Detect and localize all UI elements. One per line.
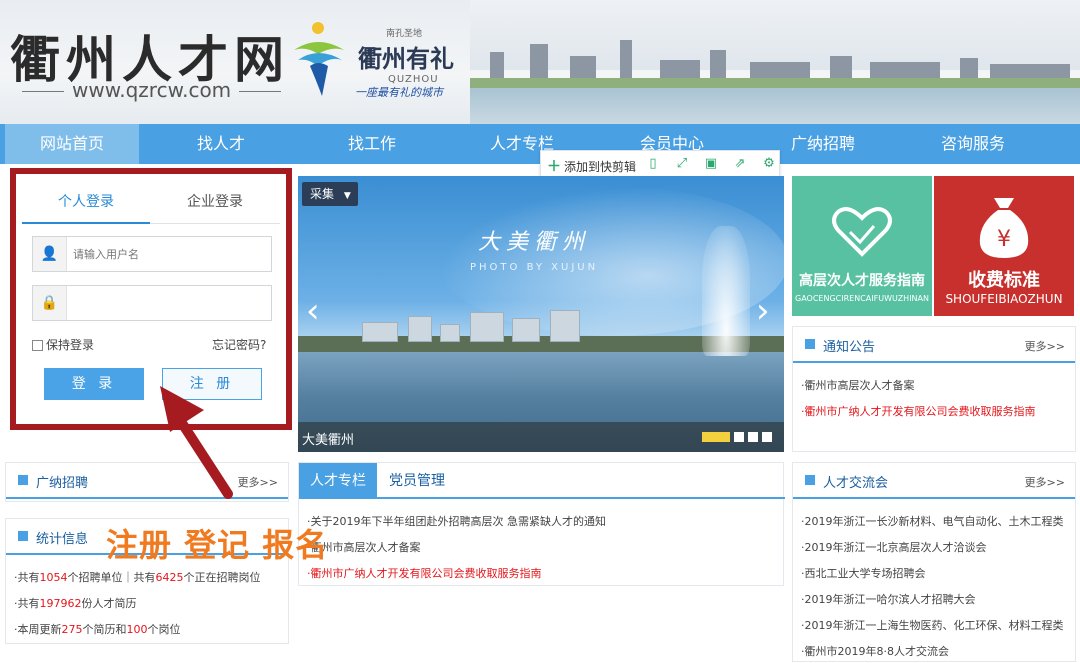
square-icon	[18, 475, 28, 485]
tab-party-management[interactable]: 党员管理	[389, 463, 479, 499]
city-skyline-image	[470, 0, 1080, 124]
plus-icon: ＋	[547, 159, 561, 175]
forgot-password-link[interactable]: 忘记密码?	[212, 336, 266, 353]
quzhou-brand-text: 衢州有礼	[358, 44, 454, 73]
username-input[interactable]	[73, 245, 263, 263]
fountain-image	[702, 226, 750, 356]
news-item[interactable]: ·关于2019年下半年组团赴外招聘高层次 急需紧缺人才的通知	[307, 513, 606, 529]
user-icon: 👤	[33, 237, 67, 271]
site-header: 衢州人才网 www.qzrcw.com 南孔圣地 衢州有礼 QUZHOU 一座最…	[0, 0, 1080, 124]
recruit-title: 广纳招聘	[36, 476, 89, 491]
login-button[interactable]: 登 录	[44, 368, 144, 400]
talent-guide-subtitle: GAOCENGCIRENCAIFUWUZHINAN	[795, 294, 929, 303]
exchange-panel: 人才交流会 更多>> ·2019年浙江一长沙新材料、电气自动化、土木工程类 ·20…	[792, 462, 1076, 662]
tab-company-login[interactable]: 企业登录	[150, 180, 280, 224]
banner-title: 大美衢州	[478, 230, 591, 255]
clip-toolbar: ＋添加到快剪辑 ▯ ⤢ ▣ ⇗ ⚙	[540, 150, 780, 178]
password-input[interactable]	[73, 294, 263, 312]
notice-item[interactable]: ·衢州市广纳人才开发有限公司会费收取服务指南	[801, 403, 1036, 419]
square-icon	[18, 531, 28, 541]
recruit-panel: 广纳招聘 更多>>	[5, 462, 289, 502]
save-icon[interactable]: ▣	[703, 156, 719, 172]
square-icon	[805, 475, 815, 485]
remember-label: 保持登录	[46, 338, 95, 352]
lock-icon: 🔒	[33, 286, 67, 320]
stats-line-2: ·共有197962份人才简历	[14, 597, 137, 610]
remember-login[interactable]: 保持登录	[32, 336, 94, 353]
square-icon	[805, 339, 815, 349]
fee-standard-title: 收费标准	[968, 270, 1040, 291]
fee-standard-subtitle: SHOUFEIBIAOZHUN	[945, 292, 1063, 306]
quzhou-slogan: 一座最有礼的城市	[355, 86, 443, 99]
share-icon[interactable]: ⇗	[732, 156, 748, 172]
username-field[interactable]: 👤	[32, 236, 272, 272]
notice-panel: 通知公告 更多>> ·衢州市高层次人才备案 ·衢州市广纳人才开发有限公司会费收取服…	[792, 326, 1076, 452]
overlay-annotation-text: 注册 登记 报名	[106, 526, 329, 564]
nav-item-find-job[interactable]: 找工作	[305, 124, 439, 164]
expand-icon[interactable]: ⤢	[674, 156, 690, 172]
exchange-item[interactable]: ·2019年浙江一哈尔滨人才招聘大会	[801, 591, 976, 607]
banner-caption: 大美衢州	[302, 433, 355, 448]
notice-title: 通知公告	[823, 340, 876, 355]
add-to-clip-button[interactable]: ＋添加到快剪辑	[547, 156, 636, 176]
recruit-more-link[interactable]: 更多>>	[238, 474, 278, 490]
money-bag-icon: ¥	[979, 198, 1029, 258]
stats-line-3: ·本周更新275个简历和100个岗位	[14, 623, 181, 636]
slide-dot-2[interactable]	[734, 432, 744, 442]
collect-dropdown[interactable]: 采集 ▼	[302, 182, 358, 206]
tab-personal-login[interactable]: 个人登录	[22, 180, 150, 224]
svg-text:¥: ¥	[997, 227, 1011, 252]
slide-dot-4[interactable]	[762, 432, 772, 442]
center-tabs: 人才专栏 党员管理	[299, 463, 785, 499]
exchange-item[interactable]: ·2019年浙江一长沙新材料、电气自动化、土木工程类	[801, 513, 1064, 529]
chevron-left-icon[interactable]: ‹	[306, 294, 320, 328]
chevron-right-icon[interactable]: ›	[756, 294, 770, 328]
red-arrow-icon	[160, 386, 233, 499]
slide-dot-1[interactable]	[702, 432, 730, 442]
center-news-panel: 人才专栏 党员管理 ·关于2019年下半年组团赴外招聘高层次 急需紧缺人才的通知…	[298, 462, 785, 586]
exchange-item[interactable]: ·2019年浙江一北京高层次人才洽谈会	[801, 539, 987, 555]
banner-caption-bar: 大美衢州	[298, 422, 784, 452]
talent-service-guide-tile[interactable]: 高层次人才服务指南 GAOCENGCIRENCAIFUWUZHINAN	[792, 176, 932, 316]
news-item[interactable]: ·衢州市广纳人才开发有限公司会费收取服务指南	[307, 565, 542, 581]
password-field[interactable]: 🔒	[32, 285, 272, 321]
login-tabs: 个人登录 企业登录	[22, 180, 280, 224]
add-to-clip-label: 添加到快剪辑	[564, 160, 637, 174]
site-url: www.qzrcw.com	[14, 78, 289, 102]
exchange-item[interactable]: ·西北工业大学专场招聘会	[801, 565, 926, 581]
talent-guide-title: 高层次人才服务指南	[799, 273, 925, 289]
site-url-text: www.qzrcw.com	[72, 78, 232, 102]
quzhou-brand: 南孔圣地 衢州有礼 QUZHOU	[358, 26, 454, 85]
exchange-item[interactable]: ·2019年浙江一上海生物医药、化工环保、材料工程类	[801, 617, 1064, 633]
heart-handshake-icon	[832, 207, 892, 257]
caret-down-icon: ▼	[343, 191, 351, 201]
tab-talent-column[interactable]: 人才专栏	[299, 463, 377, 499]
exchange-item[interactable]: ·衢州市2019年8·8人才交流会	[801, 643, 949, 659]
exchange-more-link[interactable]: 更多>>	[1025, 474, 1065, 490]
fee-standard-tile[interactable]: ¥ 收费标准 SHOUFEIBIAOZHUN	[934, 176, 1074, 316]
banner-carousel[interactable]: 大美衢州 PHOTO BY XUJUN ‹ › 大美衢州	[298, 176, 784, 452]
exchange-title: 人才交流会	[823, 476, 889, 491]
slide-dot-3[interactable]	[748, 432, 758, 442]
stats-line-1: ·共有1054个招聘单位｜共有6425个正在招聘岗位	[14, 571, 261, 584]
stats-title: 统计信息	[36, 532, 89, 547]
settings-icon[interactable]: ⚙	[761, 156, 777, 172]
notice-item[interactable]: ·衢州市高层次人才备案	[801, 377, 915, 393]
nav-item-consulting[interactable]: 咨询服务	[906, 124, 1040, 164]
notice-more-link[interactable]: 更多>>	[1025, 338, 1065, 354]
phone-icon[interactable]: ▯	[645, 156, 661, 172]
nav-item-home[interactable]: 网站首页	[5, 124, 139, 164]
quzhou-small-text: 南孔圣地	[386, 29, 423, 39]
collect-label: 采集	[310, 187, 335, 201]
nav-item-find-talent[interactable]: 找人才	[154, 124, 288, 164]
remember-checkbox[interactable]	[32, 340, 43, 351]
quzhou-emblem-icon	[294, 22, 344, 96]
banner-photo-credit: PHOTO BY XUJUN	[470, 262, 599, 273]
